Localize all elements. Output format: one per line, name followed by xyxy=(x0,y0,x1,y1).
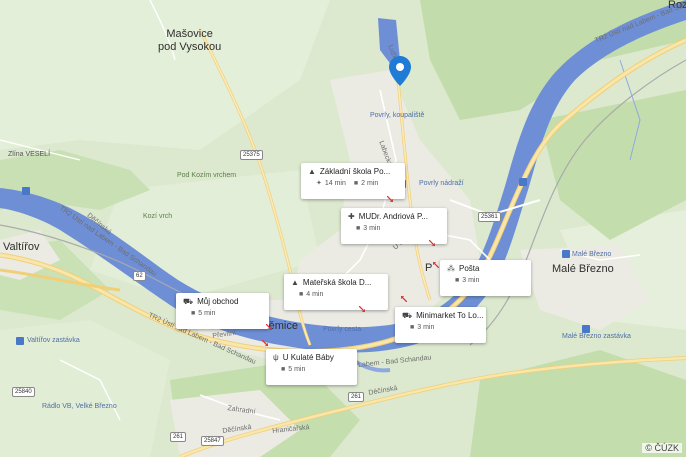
pointer-arrow-icon xyxy=(433,262,439,268)
road-shield-25840: 25840 xyxy=(12,387,35,397)
card-title: Pošta xyxy=(459,264,480,273)
car-time: ■ 3 min xyxy=(356,225,381,232)
place-card-muj-obchod[interactable]: ⛟ Můj obchod ■ 5 min xyxy=(176,293,269,329)
poi-label-valtirov-zastavka: Valtířov zastávka xyxy=(27,337,80,344)
pointer-arrow-icon xyxy=(266,324,272,330)
walk-time: ✦ 14 min xyxy=(316,180,346,187)
car-icon: ■ xyxy=(410,324,415,331)
bus-stop-icon xyxy=(562,250,570,258)
school-icon: ▲ xyxy=(308,166,316,176)
car-time: ■ 3 min xyxy=(455,277,480,284)
card-title: U Kulaté Báby xyxy=(282,353,334,362)
car-time: ■ 5 min xyxy=(281,366,306,373)
town-label-zlina-veseli: Zlína VESELÍ xyxy=(8,151,51,158)
car-icon: ■ xyxy=(191,310,196,317)
road-shield-25375: 25375 xyxy=(240,150,263,160)
road-shield-62: 62 xyxy=(133,271,146,281)
card-title: Mateřská škola D... xyxy=(302,278,372,287)
town-label-partial-p: P xyxy=(425,262,433,274)
pointer-arrow-icon xyxy=(387,196,393,202)
restaurant-icon: ψ xyxy=(273,352,279,362)
town-label-valtirov: Valtířov xyxy=(3,241,40,253)
poi-label-male-brezno: Malé Březno xyxy=(572,251,612,258)
poi-label-povrly-cesta: Povrly cesta xyxy=(323,326,362,333)
car-icon: ■ xyxy=(455,277,460,284)
school-icon: ▲ xyxy=(291,277,299,287)
card-title: Základní škola Po... xyxy=(319,167,391,176)
car-icon: ■ xyxy=(353,180,359,187)
card-title: Můj obchod xyxy=(197,297,239,306)
car-icon: ■ xyxy=(281,366,286,373)
place-label-kozi-vrch: Kozí vrch xyxy=(143,213,173,220)
bus-stop-icon xyxy=(16,337,24,345)
poi-label-povrly-koupaliste: Povrly, koupaliště xyxy=(370,112,425,119)
place-card-mudr-andriova[interactable]: ✚ MUDr. Andriová P... ■ 3 min xyxy=(341,208,447,244)
card-title: MUDr. Andriová P... xyxy=(358,212,428,221)
bus-stop-icon xyxy=(519,178,527,186)
place-card-zakladni-skola[interactable]: ▲ Základní škola Po... ✦ 14 min ■ 2 min xyxy=(301,163,405,199)
place-label-pod-kozim: Pod Kozím vrchem xyxy=(177,172,237,179)
car-time: ■ 3 min xyxy=(410,324,435,331)
place-card-minimarket[interactable]: ⛟ Minimarket To Lo... ■ 3 min xyxy=(395,307,486,343)
poi-label-male-brezno-zastavka: Malé Březno zastávka xyxy=(562,333,631,340)
cart-icon: ⛟ xyxy=(183,296,194,306)
town-label-male-brezno: Malé Březno xyxy=(552,263,614,275)
location-pin-icon[interactable] xyxy=(389,56,411,86)
poi-label-radlo-velke-brezno: Rádlo VB, Velké Březno xyxy=(42,403,117,410)
car-time: ■ 2 min xyxy=(353,180,379,187)
road-shield-261-left: 261 xyxy=(170,432,187,442)
pointer-arrow-icon xyxy=(401,296,407,302)
car-icon: ■ xyxy=(356,225,361,232)
place-card-posta[interactable]: ⁂ Pošta ■ 3 min xyxy=(440,260,531,296)
road-shield-25361: 25361 xyxy=(478,212,501,222)
bus-stop-icon xyxy=(582,325,590,333)
car-time: ■ 4 min xyxy=(299,291,324,298)
post-icon: ⁂ xyxy=(447,263,455,273)
town-label-masovice: Mašovice pod Vysokou xyxy=(158,28,222,53)
poi-label-povrly-nadrazi: Povrly nádraží xyxy=(419,180,464,187)
walk-icon: ✦ xyxy=(316,180,322,187)
medical-icon: ✚ xyxy=(348,211,355,221)
card-title: Minimarket To Lo... xyxy=(416,311,484,320)
road-shield-261-right: 261 xyxy=(348,392,365,402)
pointer-arrow-icon xyxy=(262,340,268,346)
place-card-u-kulate-baby[interactable]: ψU Kulaté Báby ■ 5 min xyxy=(266,349,357,385)
road-shield-25847: 25847 xyxy=(201,436,224,446)
pointer-arrow-icon xyxy=(429,240,435,246)
cart-icon: ⛟ xyxy=(402,310,413,320)
car-icon: ■ xyxy=(299,291,304,298)
car-time: ■ 5 min xyxy=(191,310,216,317)
bus-stop-icon xyxy=(22,187,30,195)
map-copyright: © ČÚZK xyxy=(642,443,682,453)
pointer-arrow-icon xyxy=(359,306,365,312)
place-card-materska-skola[interactable]: ▲ Mateřská škola D... ■ 4 min xyxy=(284,274,388,310)
